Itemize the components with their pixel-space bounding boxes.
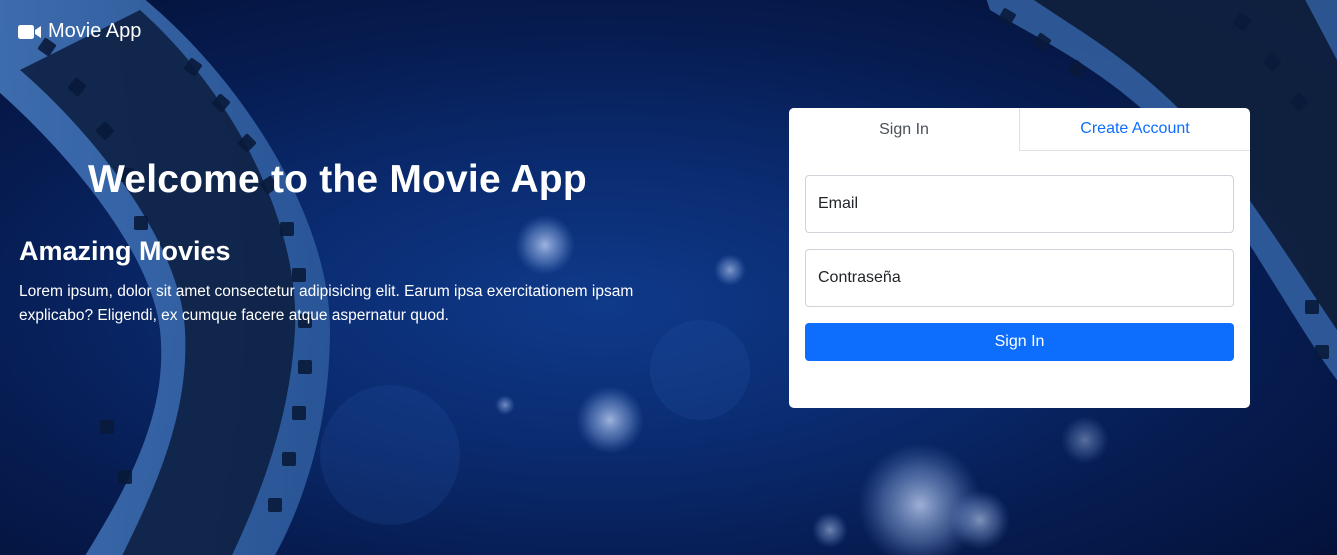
sign-in-form: Sign In: [789, 151, 1250, 361]
brand-name: Movie App: [48, 20, 142, 42]
password-field[interactable]: [805, 249, 1234, 307]
auth-tabs: Sign In Create Account: [789, 108, 1250, 151]
hero-subtitle: Amazing Movies: [19, 236, 231, 266]
sign-in-button[interactable]: Sign In: [805, 323, 1234, 361]
hero-title: Welcome to the Movie App: [88, 158, 587, 201]
navbar-brand[interactable]: Movie App: [18, 20, 141, 43]
tab-create-account[interactable]: Create Account: [1020, 108, 1250, 150]
email-field[interactable]: [805, 175, 1234, 233]
auth-card: Sign In Create Account Sign In: [789, 108, 1250, 408]
tab-sign-in[interactable]: Sign In: [789, 108, 1020, 151]
hero-description: Lorem ipsum, dolor sit amet consectetur …: [19, 283, 634, 324]
video-camera-icon: [18, 24, 41, 39]
